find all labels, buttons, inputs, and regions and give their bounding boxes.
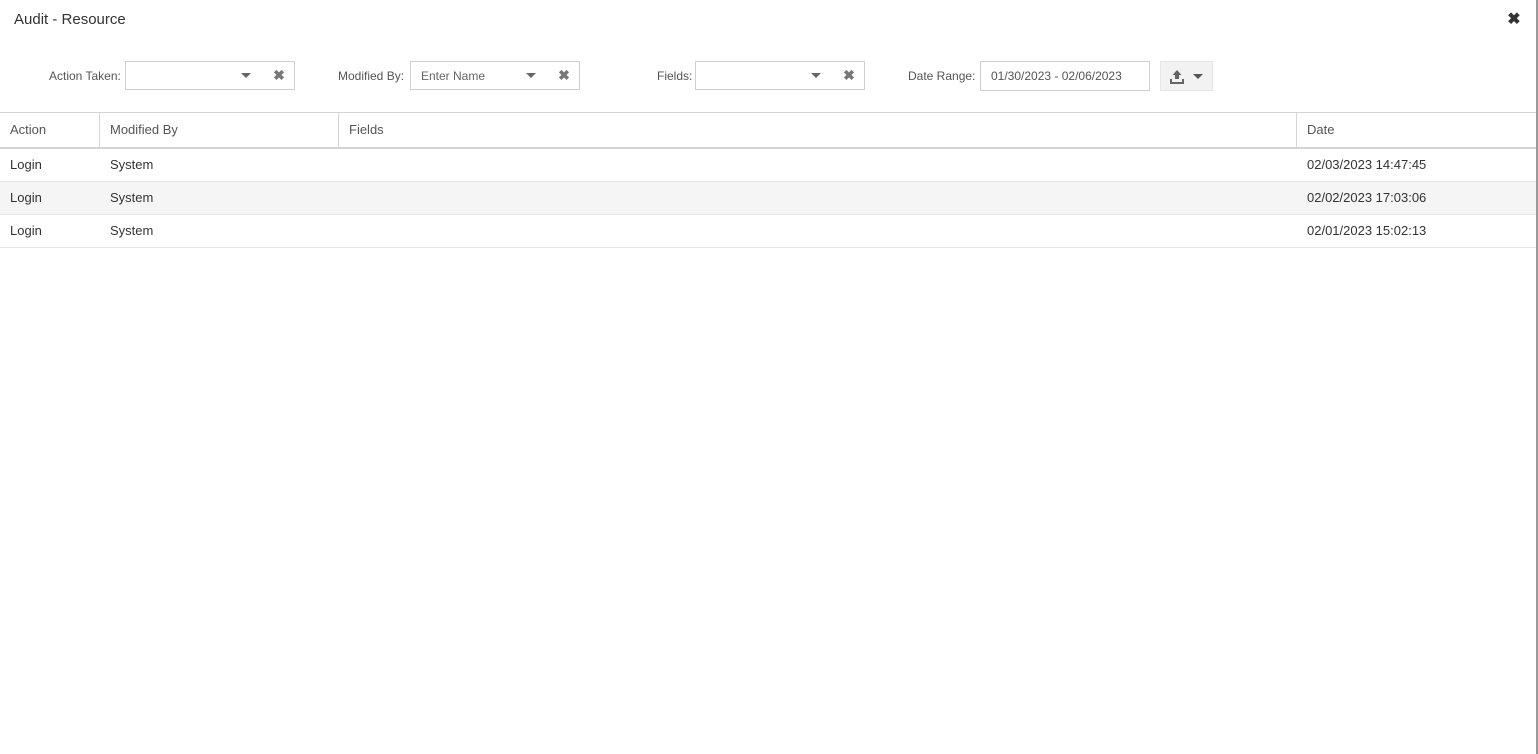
table-row[interactable]: Login System 02/01/2023 15:02:13 [0, 215, 1536, 248]
close-icon[interactable]: ✖ [1506, 10, 1522, 30]
table-row[interactable]: Login System 02/02/2023 17:03:06 [0, 182, 1536, 215]
cell-date: 02/03/2023 14:47:45 [1307, 157, 1427, 172]
action-taken-label: Action Taken: [49, 69, 121, 83]
clear-fields-icon[interactable]: ✖ [842, 67, 856, 83]
column-header-modified-by[interactable]: Modified By [100, 113, 339, 147]
cell-action: Login [10, 190, 42, 205]
cell-modified-by: System [110, 157, 154, 172]
cell-action: Login [10, 157, 42, 172]
cell-date: 02/02/2023 17:03:06 [1307, 190, 1427, 205]
table-header: Action Modified By Fields Date [0, 112, 1536, 149]
chevron-down-icon[interactable] [811, 73, 821, 78]
date-range-input[interactable]: 01/30/2023 - 02/06/2023 [980, 61, 1150, 91]
cell-action: Login [10, 223, 42, 238]
cell-modified-by: System [110, 190, 154, 205]
clear-modified-by-icon[interactable]: ✖ [557, 67, 571, 83]
fields-combo[interactable]: ✖ [695, 61, 865, 90]
cell-fields [339, 149, 1297, 181]
cell-fields [339, 215, 1297, 247]
modified-by-placeholder[interactable]: Enter Name [421, 69, 485, 83]
action-taken-combo[interactable]: ✖ [125, 61, 295, 90]
modified-by-label: Modified By: [338, 69, 405, 83]
cell-fields [339, 182, 1297, 214]
dialog-title: Audit - Resource [14, 11, 126, 28]
modified-by-combo[interactable]: Enter Name ✖ [410, 61, 580, 90]
audit-dialog: Audit - Resource ✖ Action Taken: ✖ Modif… [0, 0, 1538, 754]
cell-modified-by: System [110, 223, 154, 238]
fields-label: Fields: [657, 69, 693, 83]
chevron-down-icon[interactable] [1193, 74, 1203, 79]
chevron-down-icon[interactable] [526, 73, 536, 78]
date-range-label: Date Range: [908, 69, 976, 83]
table-row[interactable]: Login System 02/03/2023 14:47:45 [0, 149, 1536, 182]
export-button[interactable] [1160, 61, 1213, 91]
clear-action-taken-icon[interactable]: ✖ [272, 67, 286, 83]
upload-icon [1170, 70, 1184, 84]
column-header-date[interactable]: Date [1297, 113, 1536, 147]
column-header-action[interactable]: Action [0, 113, 100, 147]
column-header-fields[interactable]: Fields [339, 113, 1297, 147]
cell-date: 02/01/2023 15:02:13 [1307, 223, 1427, 238]
audit-table: Action Modified By Fields Date Login Sys… [0, 112, 1536, 248]
chevron-down-icon[interactable] [241, 73, 251, 78]
